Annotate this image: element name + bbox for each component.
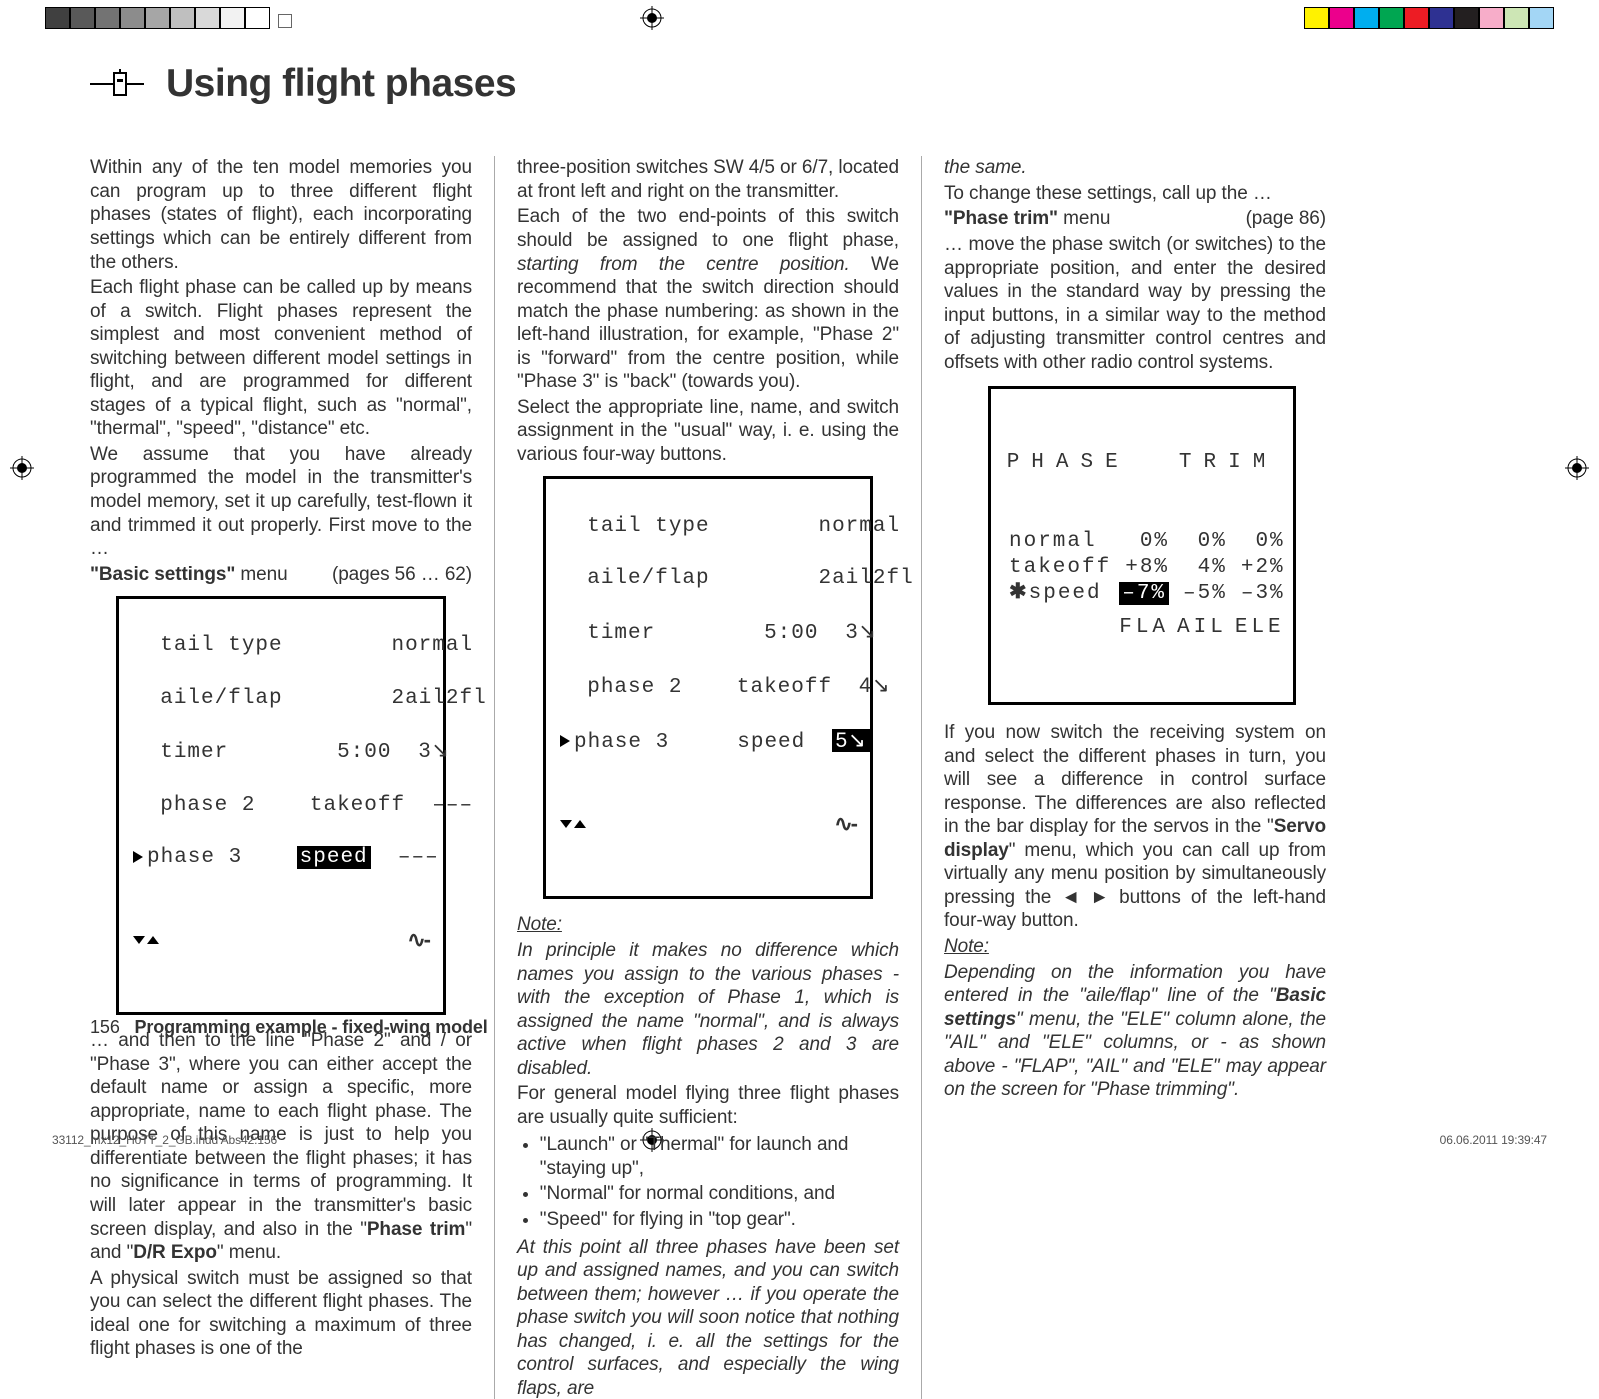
- table-row: takeoff +8% 4% +2%: [1005, 555, 1289, 581]
- lcd-phase-trim: PHASE TRIM normal 0% 0% 0% takeoff +8% 4…: [988, 386, 1296, 705]
- col2-p3: Select the appropriate line, name, and s…: [517, 396, 899, 467]
- trim-table: normal 0% 0% 0% takeoff +8% 4% +2% ✱spee…: [1005, 529, 1289, 642]
- cursor-icon: [133, 851, 143, 863]
- col3-p3: If you now switch the receiving system o…: [944, 721, 1326, 933]
- page-number: 156: [90, 1017, 120, 1037]
- column-2: three-position switches SW 4/5 or 6/7, l…: [494, 156, 899, 1399]
- basic-settings-suffix: menu: [235, 564, 287, 585]
- crop-square: [278, 14, 292, 28]
- col3-note-label: Note:: [944, 935, 1326, 959]
- cursor-icon: [560, 735, 570, 747]
- col2-p5: At this point all three phases have been…: [517, 1236, 899, 1399]
- col3-p1: To change these settings, call up the …: [944, 182, 1326, 206]
- trim-title: PHASE TRIM: [1005, 450, 1279, 476]
- indd-file: 33112_mx12_HoTT_2_GB.indd Abs42:156: [52, 1133, 277, 1148]
- col3-p0: the same.: [944, 156, 1326, 180]
- page-title-row: Using flight phases: [90, 60, 1280, 108]
- col3-p2: … move the phase switch (or switches) to…: [944, 233, 1326, 374]
- print-timestamp: 06.06.2011 19:39:47: [1440, 1133, 1547, 1148]
- basic-settings-label: "Basic settings": [90, 564, 235, 585]
- lcd-basic-settings-1: tail type normal aile/flap 2ail2fl timer…: [116, 596, 446, 1015]
- up-arrow-icon: [147, 936, 159, 944]
- phase-trim-pages: (page 86): [1246, 207, 1326, 231]
- asterisk-icon: ✱: [1009, 582, 1029, 605]
- col1-p5: A physical switch must be assigned so th…: [90, 1267, 472, 1361]
- list-item: "Speed" for flying in "top gear".: [540, 1208, 899, 1232]
- section-name: Programming example - fixed-wing model: [134, 1017, 487, 1037]
- col2-p2: Each of the two end-points of this switc…: [517, 205, 899, 393]
- registration-mark-top: [640, 6, 664, 30]
- down-arrow-icon: [133, 936, 145, 944]
- print-footer: 33112_mx12_HoTT_2_GB.indd Abs42:156 06.0…: [52, 1133, 1547, 1148]
- trim-footer-row: FLA AIL ELE: [1005, 607, 1289, 641]
- col2-note-body: In principle it makes no difference whic…: [517, 939, 899, 1080]
- down-arrow-icon: [560, 820, 572, 828]
- phase-trim-label: "Phase trim": [944, 208, 1058, 229]
- basic-settings-pages: (pages 56 … 62): [332, 563, 472, 587]
- col2-note-label: Note:: [517, 913, 899, 937]
- title-icon: [90, 69, 144, 99]
- table-row: normal 0% 0% 0%: [1005, 529, 1289, 555]
- col3-note-body: Depending on the information you have en…: [944, 961, 1326, 1102]
- lcd-basic-settings-2: tail type normal aile/flap 2ail2fl timer…: [543, 476, 873, 899]
- col1-p1: Within any of the ten model memories you…: [90, 156, 472, 274]
- basic-settings-menu-line: "Basic settings" menu (pages 56 … 62): [90, 563, 472, 587]
- page-footer: 156 Programming example - fixed-wing mod…: [90, 1016, 488, 1038]
- phase-list: "Launch" or "Thermal" for launch and "st…: [517, 1133, 899, 1231]
- phase-trim-menu-line: "Phase trim" menu (page 86): [944, 207, 1326, 231]
- gray-ramp: [45, 7, 270, 29]
- column-1: Within any of the ten model memories you…: [90, 156, 472, 1399]
- up-arrow-icon: [574, 820, 586, 828]
- column-3: the same. To change these settings, call…: [921, 156, 1326, 1399]
- col1-p2: Each flight phase can be called up by me…: [90, 276, 472, 441]
- table-row: ✱speed –7% –5% –3%: [1005, 581, 1289, 607]
- col2-p4: For general model flying three flight ph…: [517, 1082, 899, 1129]
- col1-p3: We assume that you have already programm…: [90, 443, 472, 561]
- squiggle-icon: ∿-: [407, 926, 429, 954]
- color-bar: [1304, 7, 1554, 29]
- registration-mark-left: [10, 456, 34, 480]
- registration-mark-right: [1565, 456, 1589, 480]
- squiggle-icon: ∿-: [834, 810, 856, 838]
- col2-p1: three-position switches SW 4/5 or 6/7, l…: [517, 156, 899, 203]
- page-title: Using flight phases: [166, 60, 516, 108]
- list-item: "Normal" for normal conditions, and: [540, 1182, 899, 1206]
- phase-trim-suffix: menu: [1058, 208, 1110, 229]
